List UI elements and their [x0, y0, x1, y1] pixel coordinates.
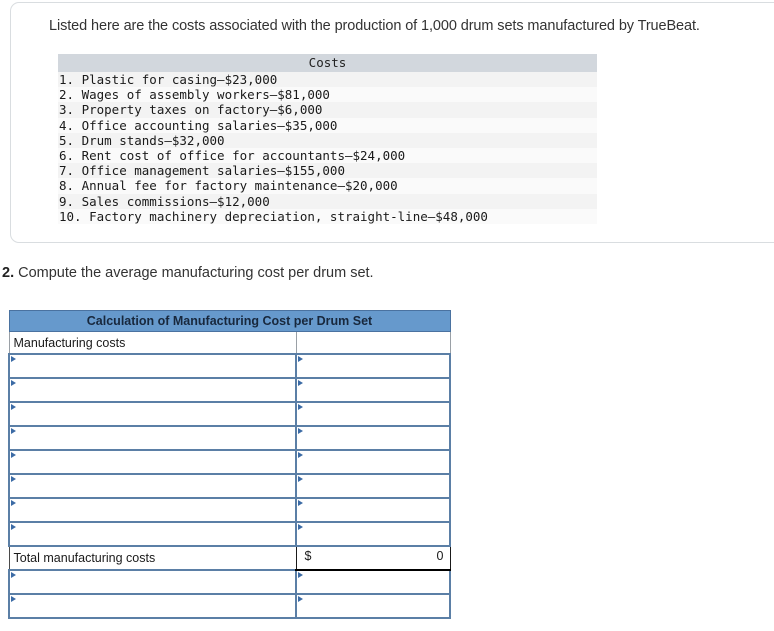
amount-input-4[interactable] — [295, 425, 451, 451]
table-row — [8, 593, 451, 619]
question-2-text: Compute the average manufacturing cost p… — [18, 265, 374, 281]
dropdown-triangle-icon — [11, 524, 16, 530]
total-manufacturing-costs-row: Total manufacturing costs $0 — [8, 545, 451, 571]
dropdown-triangle-icon — [11, 572, 16, 578]
cost-list-item: 7. Office management salaries–$155,000 — [58, 163, 597, 179]
manufacturing-costs-row: Manufacturing costs — [8, 331, 451, 355]
dropdown-triangle-icon — [298, 428, 303, 434]
question-2-number: 2. — [2, 265, 15, 281]
table-title-row: Calculation of Manufacturing Cost per Dr… — [8, 310, 451, 332]
account-dropdown-6[interactable] — [8, 473, 297, 499]
amount-input-10[interactable] — [295, 593, 451, 619]
cost-list-item: 9. Sales commissions–$12,000 — [58, 193, 597, 209]
calculation-table: Calculation of Manufacturing Cost per Dr… — [8, 310, 451, 619]
dropdown-triangle-icon — [298, 380, 303, 386]
costs-list-table: Costs 1. Plastic for casing–$23,000 2. Wa… — [58, 54, 597, 224]
question-panel: Listed here are the costs associated wit… — [10, 2, 774, 243]
total-amount: 0 — [436, 549, 444, 563]
amount-input-2[interactable] — [295, 377, 451, 403]
amount-input-7[interactable] — [295, 497, 451, 523]
table-row — [8, 377, 451, 403]
table-row — [8, 497, 451, 523]
amount-input-1[interactable] — [295, 353, 451, 379]
dropdown-triangle-icon — [11, 380, 16, 386]
account-dropdown-2[interactable] — [8, 377, 297, 403]
account-dropdown-10[interactable] — [8, 593, 297, 619]
dropdown-triangle-icon — [298, 404, 303, 410]
total-manufacturing-costs-label: Total manufacturing costs — [8, 545, 296, 571]
dropdown-triangle-icon — [298, 500, 303, 506]
account-dropdown-4[interactable] — [8, 425, 297, 451]
cost-list-item: 2. Wages of assembly workers–$81,000 — [58, 87, 597, 103]
amount-input-5[interactable] — [295, 449, 451, 475]
amount-input-3[interactable] — [295, 401, 451, 427]
dropdown-triangle-icon — [11, 500, 16, 506]
dropdown-triangle-icon — [11, 404, 16, 410]
amount-input-6[interactable] — [295, 473, 451, 499]
dropdown-triangle-icon — [298, 476, 303, 482]
table-row — [8, 521, 451, 547]
account-dropdown-7[interactable] — [8, 497, 297, 523]
account-dropdown-3[interactable] — [8, 401, 297, 427]
cost-list-item: 4. Office accounting salaries–$35,000 — [58, 117, 597, 133]
cost-list-item: 10. Factory machinery depreciation, stra… — [58, 208, 597, 224]
dropdown-triangle-icon — [11, 476, 16, 482]
dropdown-triangle-icon — [298, 524, 303, 530]
dropdown-triangle-icon — [11, 596, 16, 602]
amount-input-8[interactable] — [295, 521, 451, 547]
account-dropdown-5[interactable] — [8, 449, 297, 475]
cost-list-item: 8. Annual fee for factory maintenance–$2… — [58, 178, 597, 194]
costs-rows-container: 1. Plastic for casing–$23,000 2. Wages of… — [58, 72, 597, 224]
manufacturing-costs-value-cell — [295, 331, 451, 355]
calculation-table-title: Calculation of Manufacturing Cost per Dr… — [8, 310, 451, 332]
dropdown-triangle-icon — [298, 572, 303, 578]
account-dropdown-8[interactable] — [8, 521, 297, 547]
dropdown-triangle-icon — [298, 356, 303, 362]
table-row — [8, 473, 451, 499]
dropdown-triangle-icon — [298, 596, 303, 602]
dropdown-triangle-icon — [11, 428, 16, 434]
currency-symbol: $ — [304, 549, 312, 563]
dropdown-triangle-icon — [11, 356, 16, 362]
table-row — [8, 569, 451, 595]
dropdown-triangle-icon — [11, 452, 16, 458]
costs-table-header: Costs — [58, 54, 597, 72]
question-2-prompt: 2. Compute the average manufacturing cos… — [2, 263, 374, 283]
cost-list-item: 5. Drum stands–$32,000 — [58, 132, 597, 148]
calculation-table-body: Calculation of Manufacturing Cost per Dr… — [8, 310, 451, 619]
table-row — [8, 401, 451, 427]
account-dropdown-9[interactable] — [8, 569, 297, 595]
cost-list-item: 6. Rent cost of office for accountants–$… — [58, 147, 597, 164]
table-row — [8, 425, 451, 451]
manufacturing-costs-label: Manufacturing costs — [8, 331, 297, 355]
amount-input-9[interactable] — [295, 569, 451, 595]
table-row — [8, 449, 451, 475]
intro-text: Listed here are the costs associated wit… — [49, 18, 700, 34]
account-dropdown-1[interactable] — [8, 353, 297, 379]
cost-list-item: 1. Plastic for casing–$23,000 — [58, 72, 597, 88]
cost-list-item: 3. Property taxes on factory–$6,000 — [58, 102, 597, 118]
dropdown-triangle-icon — [298, 452, 303, 458]
table-row — [8, 353, 451, 379]
total-manufacturing-costs-value: $0 — [295, 545, 451, 571]
